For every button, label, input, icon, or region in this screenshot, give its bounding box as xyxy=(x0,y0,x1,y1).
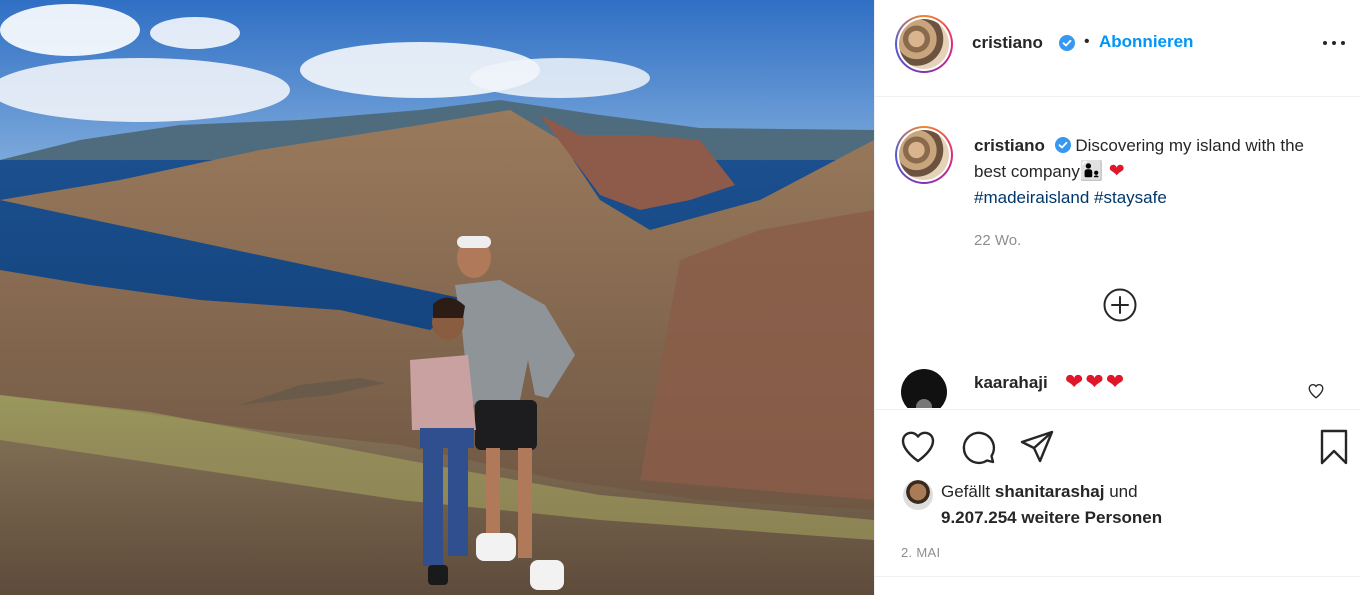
small-heart-icon[interactable] xyxy=(1307,382,1325,400)
bookmark-icon[interactable] xyxy=(1315,428,1353,466)
post-side-panel: cristiano • Abonnieren cristiano Discove… xyxy=(874,0,1360,595)
caption-author-avatar[interactable] xyxy=(895,126,953,184)
post-date: 2. MAI xyxy=(901,545,941,560)
hashtag-link[interactable]: #staysafe xyxy=(1094,188,1167,207)
post-photo[interactable] xyxy=(0,0,874,595)
header-separator: • xyxy=(1084,33,1090,50)
verified-badge-icon xyxy=(1054,137,1071,153)
caption-emoji: 👨‍👦 ❤ xyxy=(1079,161,1125,182)
likes-conjunction: und xyxy=(1109,482,1138,501)
share-icon[interactable] xyxy=(1018,428,1056,466)
author-username[interactable]: cristiano xyxy=(972,33,1043,53)
heart-icon[interactable] xyxy=(899,428,937,466)
action-bar: Gefällt shanitarashaj und 9.207.254 weit… xyxy=(875,409,1360,595)
comment-avatar[interactable] xyxy=(901,369,947,408)
post-header: cristiano • Abonnieren xyxy=(875,0,1360,97)
comment-username[interactable]: kaarahaji xyxy=(974,373,1048,393)
caption-username[interactable]: cristiano xyxy=(974,136,1045,155)
divider xyxy=(875,576,1360,577)
verified-badge-icon xyxy=(1059,35,1075,51)
comment-icon[interactable] xyxy=(959,428,997,466)
likes-count[interactable]: 9.207.254 weitere Personen xyxy=(941,508,1162,528)
likes-line-1: Gefällt shanitarashaj und xyxy=(941,482,1138,502)
hashtag-link[interactable]: #madeiraisland xyxy=(974,188,1089,207)
post-photo-scene xyxy=(0,0,874,595)
author-avatar[interactable] xyxy=(895,15,953,73)
more-options-icon[interactable] xyxy=(1323,32,1345,54)
caption-time: 22 Wo. xyxy=(974,232,1022,249)
liker-avatar[interactable] xyxy=(903,480,933,510)
follow-button[interactable]: Abonnieren xyxy=(1099,32,1193,52)
caption-text: cristiano Discovering my island with the… xyxy=(974,133,1304,211)
plus-circle-icon[interactable] xyxy=(1103,288,1137,322)
comment-text: ❤❤❤ xyxy=(1065,369,1127,394)
liker-username[interactable]: shanitarashaj xyxy=(995,482,1105,501)
likes-prefix: Gefällt xyxy=(941,482,991,501)
caption-area: cristiano Discovering my island with the… xyxy=(875,98,1360,408)
